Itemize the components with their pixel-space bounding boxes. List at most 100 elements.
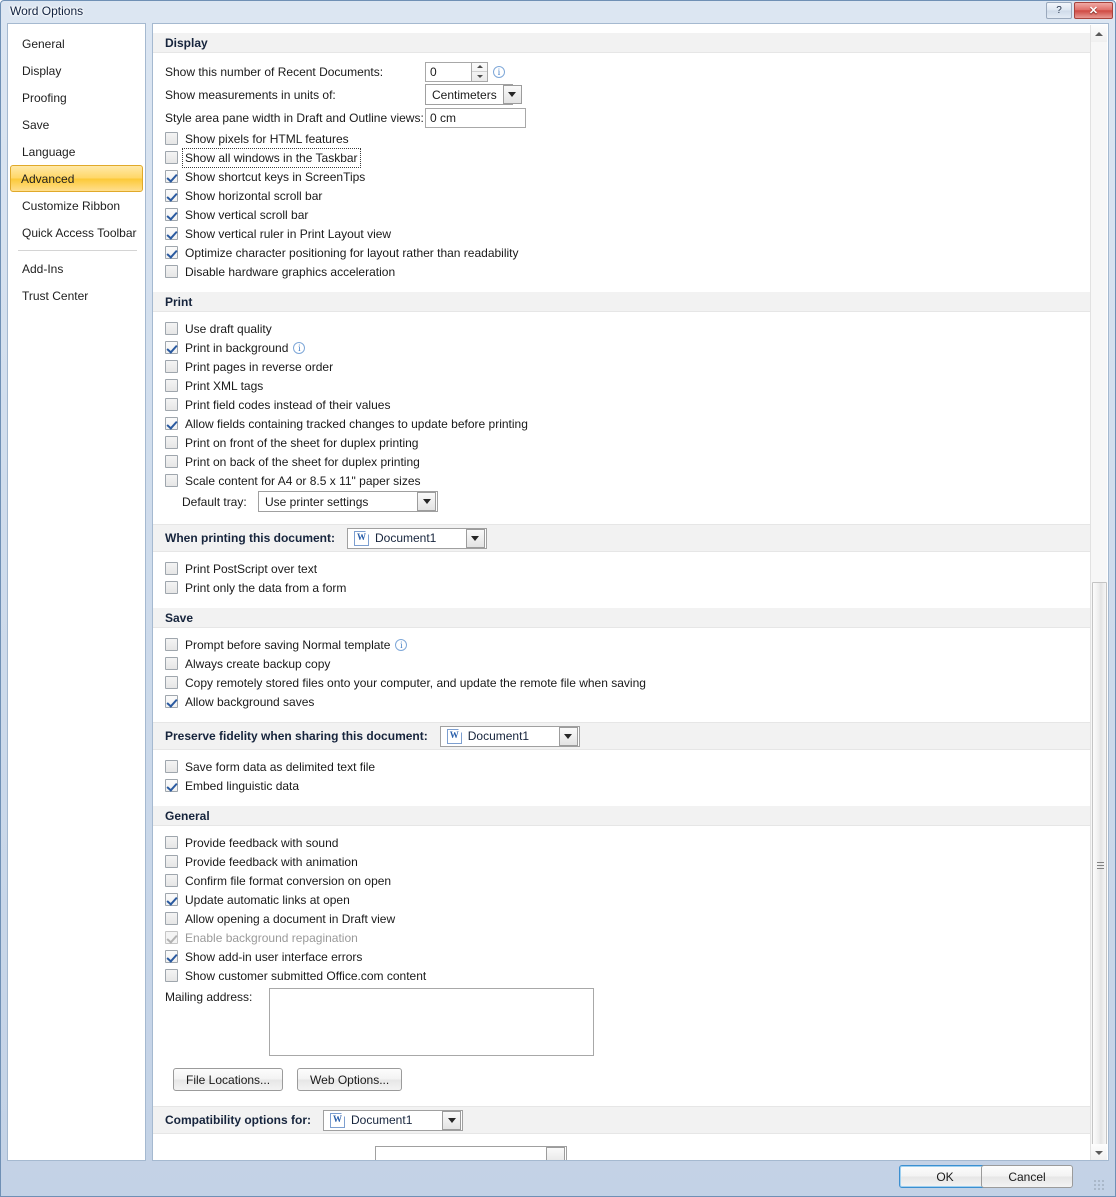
cancel-button[interactable]: Cancel bbox=[981, 1165, 1073, 1188]
compatibility-document-select[interactable]: Document1 bbox=[323, 1110, 463, 1131]
checkbox-update-automatic-links[interactable] bbox=[165, 893, 178, 906]
chevron-down-icon[interactable] bbox=[417, 492, 436, 511]
checkbox-row[interactable]: Optimize character positioning for layou… bbox=[153, 243, 1091, 262]
checkbox-print-field-codes[interactable] bbox=[165, 398, 178, 411]
checkbox-row[interactable]: Scale content for A4 or 8.5 x 11" paper … bbox=[153, 471, 1091, 490]
checkbox-row[interactable]: Show vertical ruler in Print Layout view bbox=[153, 224, 1091, 243]
checkbox-row[interactable]: Always create backup copy bbox=[153, 654, 1091, 673]
checkbox-feedback-animation[interactable] bbox=[165, 855, 178, 868]
checkbox-row[interactable]: Provide feedback with sound bbox=[153, 833, 1091, 852]
checkbox-disable-hardware-acceleration[interactable] bbox=[165, 265, 178, 278]
checkbox-scale-content-a4[interactable] bbox=[165, 474, 178, 487]
checkbox-row[interactable]: Show shortcut keys in ScreenTips bbox=[153, 167, 1091, 186]
checkbox-print-front-duplex[interactable] bbox=[165, 436, 178, 449]
checkbox-allow-fields-tracked-changes[interactable] bbox=[165, 417, 178, 430]
mailing-address-textarea[interactable] bbox=[269, 988, 594, 1056]
chevron-down-icon[interactable] bbox=[466, 529, 485, 548]
help-icon[interactable]: ? bbox=[1046, 2, 1072, 19]
checkbox-confirm-file-format-conversion[interactable] bbox=[165, 874, 178, 887]
checkbox-optimize-char-positioning[interactable] bbox=[165, 246, 178, 259]
checkbox-row[interactable]: Show all windows in the Taskbar bbox=[153, 148, 1091, 167]
checkbox-allow-open-draft-view[interactable] bbox=[165, 912, 178, 925]
sidebar-item-quick-access-toolbar[interactable]: Quick Access Toolbar bbox=[11, 219, 142, 246]
checkbox-print-postscript-over-text[interactable] bbox=[165, 562, 178, 575]
checkbox-allow-background-saves[interactable] bbox=[165, 695, 178, 708]
checkbox-print-xml-tags[interactable] bbox=[165, 379, 178, 392]
checkbox-row[interactable]: Print in backgroundi bbox=[153, 338, 1091, 357]
checkbox-row[interactable]: Print XML tags bbox=[153, 376, 1091, 395]
checkbox-row[interactable]: Allow fields containing tracked changes … bbox=[153, 414, 1091, 433]
checkbox-use-draft-quality[interactable] bbox=[165, 322, 178, 335]
content-scrollbar[interactable] bbox=[1090, 25, 1107, 1161]
checkbox-show-addin-ui-errors[interactable] bbox=[165, 950, 178, 963]
info-icon[interactable]: i bbox=[493, 66, 505, 78]
sidebar-item-add-ins[interactable]: Add-Ins bbox=[11, 255, 142, 282]
title-bar[interactable]: Word Options ? ✕ bbox=[1, 1, 1115, 22]
checkbox-row[interactable]: Print pages in reverse order bbox=[153, 357, 1091, 376]
scroll-down-icon[interactable] bbox=[1091, 1144, 1107, 1161]
info-icon[interactable]: i bbox=[293, 342, 305, 354]
checkbox-vertical-scroll-bar[interactable] bbox=[165, 208, 178, 221]
resize-grip-icon[interactable] bbox=[1093, 1179, 1105, 1191]
close-icon[interactable]: ✕ bbox=[1074, 2, 1113, 19]
default-tray-select[interactable]: Use printer settings bbox=[258, 491, 438, 512]
checkbox-row[interactable]: Confirm file format conversion on open bbox=[153, 871, 1091, 890]
chevron-down-icon[interactable] bbox=[442, 1111, 461, 1130]
spin-down-icon[interactable] bbox=[472, 72, 487, 81]
checkbox-row[interactable]: Allow opening a document in Draft view bbox=[153, 909, 1091, 928]
checkbox-row[interactable]: Embed linguistic data bbox=[153, 776, 1091, 795]
checkbox-row[interactable]: Show customer submitted Office.com conte… bbox=[153, 966, 1091, 985]
recent-documents-input[interactable]: 0 bbox=[425, 62, 471, 82]
measurement-units-select[interactable]: Centimeters bbox=[425, 84, 513, 105]
ok-button[interactable]: OK bbox=[899, 1165, 991, 1188]
checkbox-row[interactable]: Update automatic links at open bbox=[153, 890, 1091, 909]
sidebar-item-trust-center[interactable]: Trust Center bbox=[11, 282, 142, 309]
sidebar-item-customize-ribbon[interactable]: Customize Ribbon bbox=[11, 192, 142, 219]
when-printing-document-select[interactable]: Document1 bbox=[347, 528, 487, 549]
checkbox-show-all-windows-taskbar[interactable] bbox=[165, 151, 178, 164]
preserve-fidelity-document-select[interactable]: Document1 bbox=[440, 726, 580, 747]
checkbox-row[interactable]: Allow background saves bbox=[153, 692, 1091, 711]
chevron-down-icon[interactable] bbox=[546, 1147, 565, 1161]
checkbox-embed-linguistic-data[interactable] bbox=[165, 779, 178, 792]
sidebar-item-display[interactable]: Display bbox=[11, 57, 142, 84]
checkbox-row[interactable]: Print on front of the sheet for duplex p… bbox=[153, 433, 1091, 452]
checkbox-print-reverse-order[interactable] bbox=[165, 360, 178, 373]
web-options-button[interactable]: Web Options... bbox=[297, 1068, 402, 1091]
checkbox-show-customer-submitted-content[interactable] bbox=[165, 969, 178, 982]
checkbox-row[interactable]: Disable hardware graphics acceleration bbox=[153, 262, 1091, 281]
checkbox-row[interactable]: Print PostScript over text bbox=[153, 559, 1091, 578]
checkbox-print-back-duplex[interactable] bbox=[165, 455, 178, 468]
checkbox-print-in-background[interactable] bbox=[165, 341, 178, 354]
checkbox-copy-remote-files[interactable] bbox=[165, 676, 178, 689]
spin-up-icon[interactable] bbox=[472, 63, 487, 73]
checkbox-feedback-sound[interactable] bbox=[165, 836, 178, 849]
checkbox-prompt-before-saving-normal[interactable] bbox=[165, 638, 178, 651]
style-area-width-input[interactable]: 0 cm bbox=[425, 108, 526, 128]
checkbox-row[interactable]: Save form data as delimited text file bbox=[153, 757, 1091, 776]
checkbox-always-create-backup[interactable] bbox=[165, 657, 178, 670]
checkbox-row[interactable]: Print field codes instead of their value… bbox=[153, 395, 1091, 414]
checkbox-show-pixels-html[interactable] bbox=[165, 132, 178, 145]
checkbox-print-only-form-data[interactable] bbox=[165, 581, 178, 594]
recent-documents-stepper[interactable]: 0 bbox=[425, 62, 488, 82]
compatibility-secondary-select[interactable] bbox=[375, 1146, 567, 1161]
chevron-down-icon[interactable] bbox=[559, 727, 578, 746]
checkbox-vertical-ruler[interactable] bbox=[165, 227, 178, 240]
sidebar-item-proofing[interactable]: Proofing bbox=[11, 84, 142, 111]
scroll-up-icon[interactable] bbox=[1091, 25, 1107, 42]
checkbox-row[interactable]: Show horizontal scroll bar bbox=[153, 186, 1091, 205]
sidebar-item-language[interactable]: Language bbox=[11, 138, 142, 165]
sidebar-item-advanced[interactable]: Advanced bbox=[10, 165, 143, 192]
info-icon[interactable]: i bbox=[395, 639, 407, 651]
checkbox-row[interactable]: Show vertical scroll bar bbox=[153, 205, 1091, 224]
checkbox-row[interactable]: Print on back of the sheet for duplex pr… bbox=[153, 452, 1091, 471]
checkbox-row[interactable]: Use draft quality bbox=[153, 319, 1091, 338]
file-locations-button[interactable]: File Locations... bbox=[173, 1068, 283, 1091]
checkbox-row[interactable]: Print only the data from a form bbox=[153, 578, 1091, 597]
recent-documents-spin-buttons[interactable] bbox=[471, 62, 488, 82]
checkbox-save-form-data-delimited[interactable] bbox=[165, 760, 178, 773]
checkbox-row[interactable]: Copy remotely stored files onto your com… bbox=[153, 673, 1091, 692]
checkbox-row[interactable]: Provide feedback with animation bbox=[153, 852, 1091, 871]
checkbox-row[interactable]: Prompt before saving Normal templatei bbox=[153, 635, 1091, 654]
